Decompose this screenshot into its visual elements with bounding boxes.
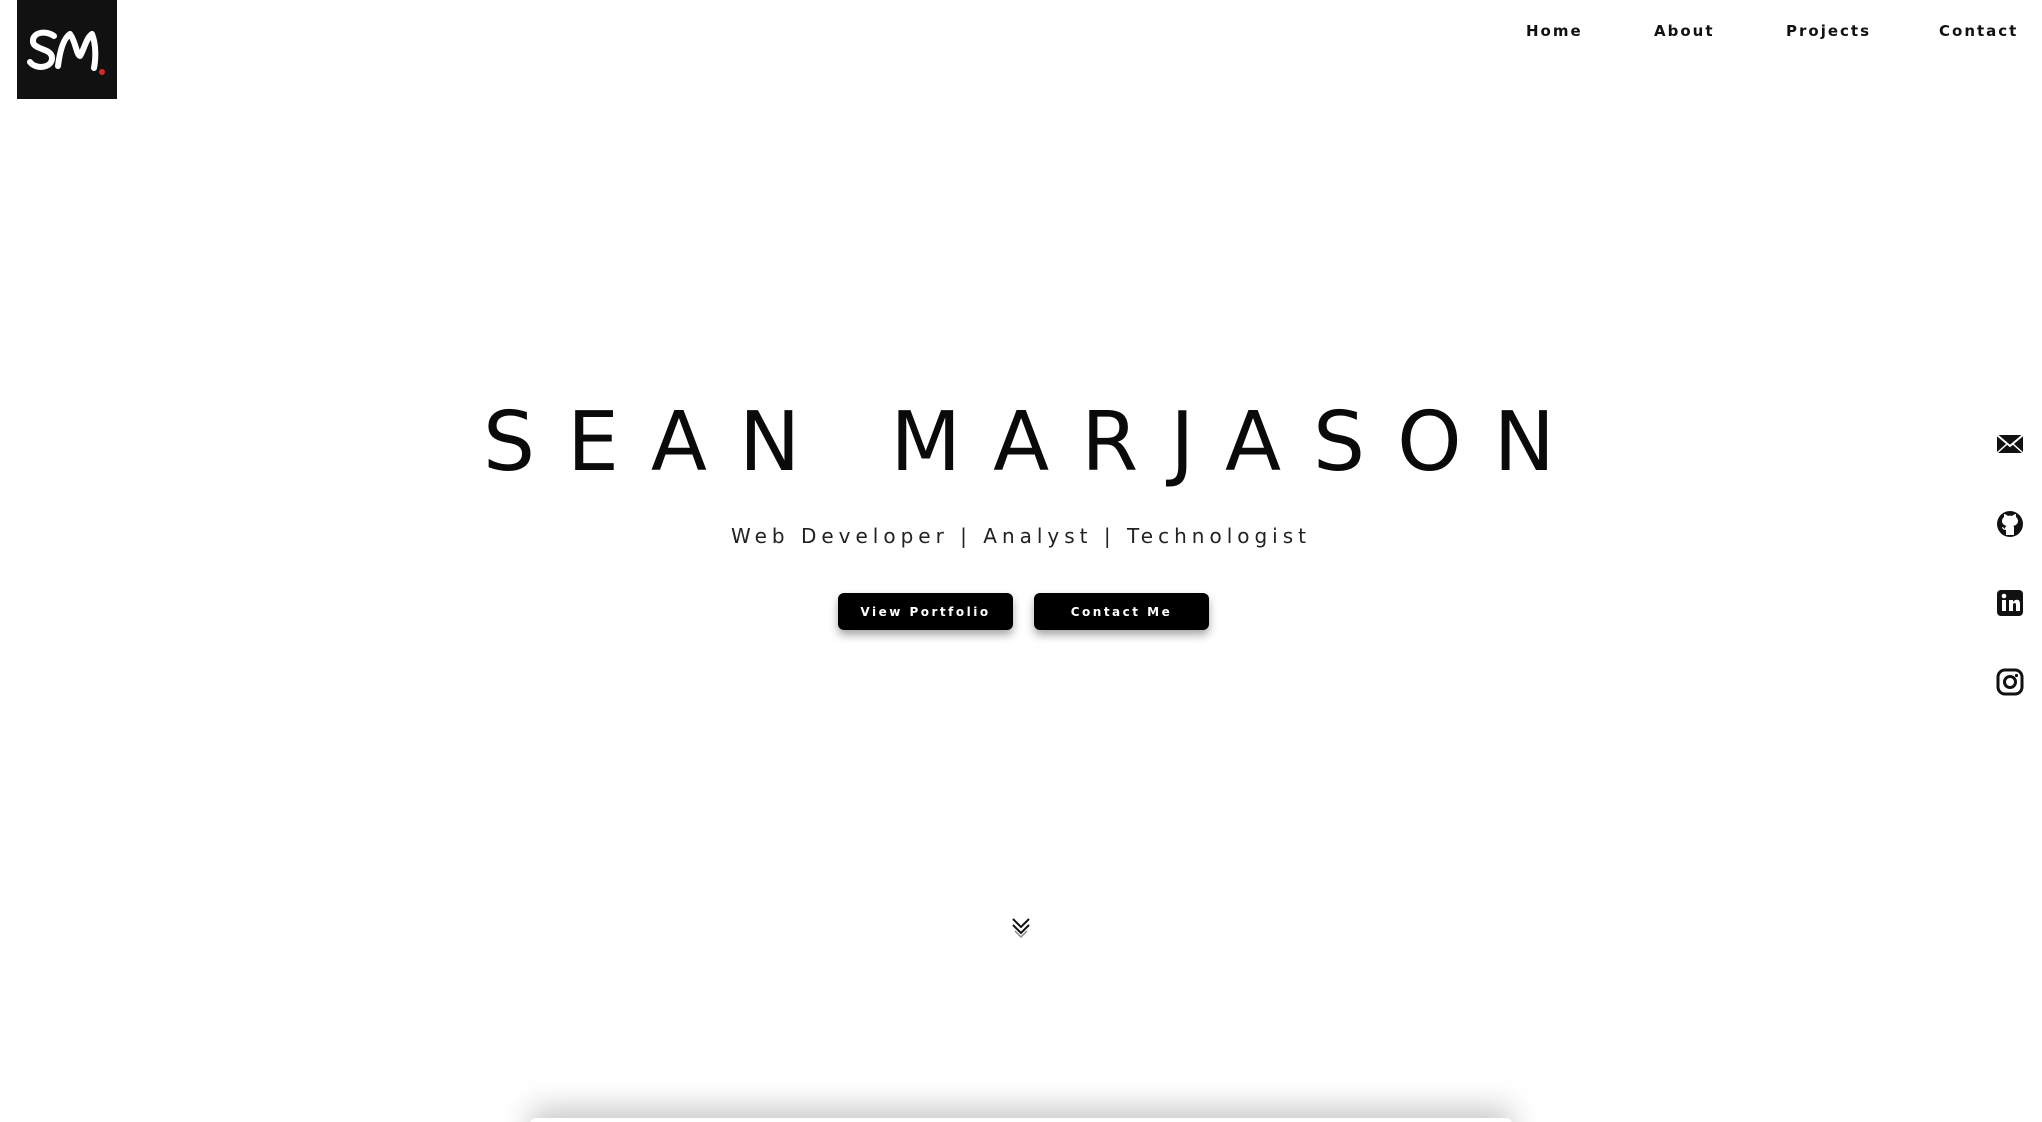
hero-title: SEAN MARJASON xyxy=(483,395,1587,490)
scroll-down-button[interactable] xyxy=(1009,915,1033,941)
nav-home-link[interactable]: Home xyxy=(1526,22,1583,40)
github-link[interactable] xyxy=(1994,508,2026,540)
double-chevron-down-icon xyxy=(1012,918,1030,939)
nav-about-link[interactable]: About xyxy=(1654,22,1715,40)
site-logo[interactable] xyxy=(17,0,117,99)
view-portfolio-button[interactable]: View Portfolio xyxy=(838,593,1013,630)
linkedin-icon xyxy=(1997,590,2023,616)
github-icon xyxy=(1997,511,2023,537)
contact-me-button[interactable]: Contact Me xyxy=(1034,593,1209,630)
linkedin-link[interactable] xyxy=(1994,587,2026,619)
next-section-card xyxy=(530,1118,1512,1122)
page: Home About Projects Contact SEAN MARJASO… xyxy=(0,0,2042,1122)
hero-subtitle: Web Developer | Analyst | Technologist xyxy=(730,524,1311,548)
main-nav: Home About Projects Contact xyxy=(0,22,2042,46)
instagram-link[interactable] xyxy=(1994,666,2026,698)
email-link[interactable] xyxy=(1994,428,2026,460)
nav-projects-link[interactable]: Projects xyxy=(1786,22,1871,40)
instagram-icon xyxy=(1996,668,2024,696)
nav-contact-link[interactable]: Contact xyxy=(1939,22,2018,40)
email-icon xyxy=(1996,434,2024,454)
